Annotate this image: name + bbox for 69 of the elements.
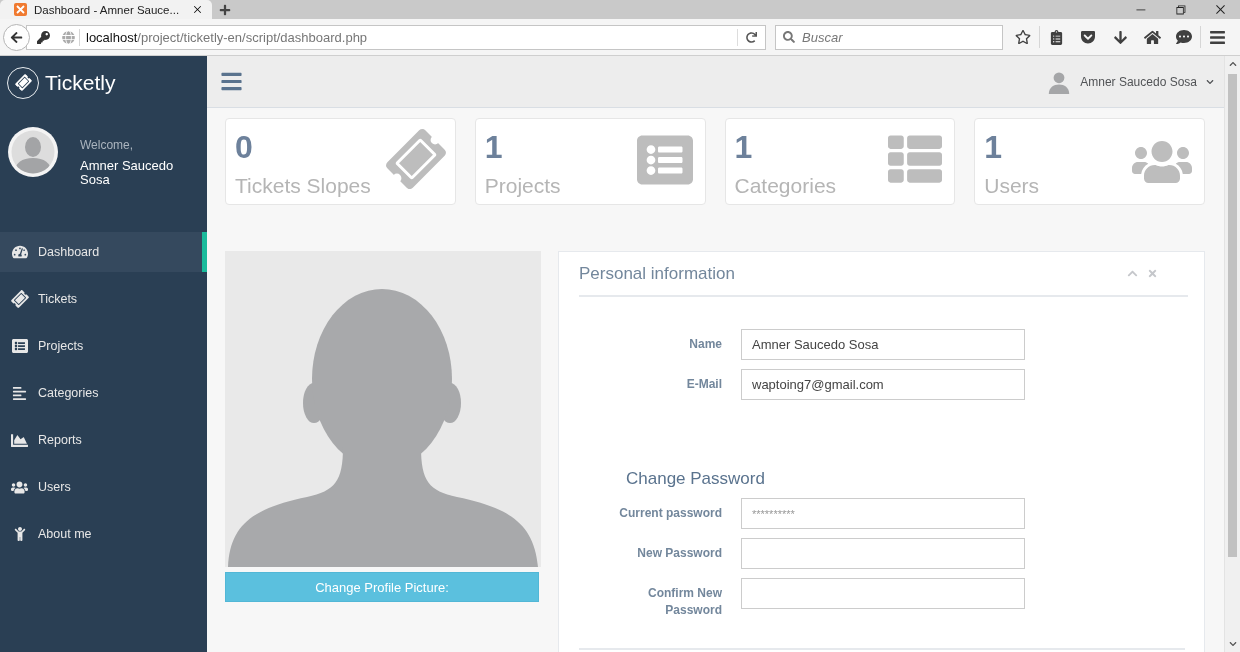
search-icon (783, 30, 795, 43)
ticket-icon (8, 287, 31, 311)
menu-icon[interactable] (220, 70, 243, 93)
sidebar-item[interactable]: Projects (0, 326, 207, 366)
input-field[interactable] (741, 578, 1025, 609)
sidebar-item[interactable]: About me (0, 514, 207, 554)
field-label: Confirm New Password (647, 585, 722, 619)
download-icon[interactable] (1112, 29, 1128, 45)
back-arrow-icon (10, 30, 23, 44)
reload-icon[interactable] (746, 31, 757, 43)
list-icon (11, 338, 28, 354)
stat-label: Projects (484, 174, 561, 198)
welcome-text: Welcome, (80, 138, 135, 152)
gauge-icon (11, 244, 28, 260)
tab-title: Dashboard - Amner Sauce... (34, 3, 181, 16)
stat-label: Users (984, 174, 1040, 198)
stat-value: 0 (235, 129, 254, 165)
field-label: E-Mail (686, 376, 722, 393)
stat-value: 1 (484, 129, 504, 165)
input-field[interactable]: waptoing7@gmail.com (741, 369, 1025, 400)
sidebar-item[interactable]: Dashboard (0, 232, 207, 272)
address-bar[interactable]: localhost/project/ticketly-en/script/dashboard.php (26, 24, 766, 50)
close-icon[interactable] (1213, 3, 1227, 16)
field-label: Name (689, 336, 722, 353)
browser-tab[interactable]: Dashboard - Amner Sauce... (0, 0, 212, 19)
clipboard-icon[interactable] (1048, 29, 1064, 45)
chevron-up-icon[interactable] (1228, 60, 1237, 68)
field-label: New Password (637, 545, 722, 562)
key-icon[interactable] (37, 30, 50, 44)
area-chart-icon (11, 431, 28, 449)
back-button[interactable] (3, 23, 30, 51)
input-field[interactable]: Amner Saucedo Sosa (741, 329, 1025, 360)
avatar-icon (8, 127, 58, 177)
stat-label: Tickets Slopes (235, 174, 371, 198)
pocket-icon[interactable] (1080, 29, 1096, 45)
sidebar-item[interactable]: Tickets (0, 279, 207, 319)
user-name: Amner Saucedo Sosa (80, 159, 175, 187)
menu-icon[interactable] (1208, 28, 1226, 46)
avatar-icon (1047, 69, 1072, 94)
favicon-icon (14, 3, 27, 16)
restore-icon[interactable] (1173, 3, 1187, 16)
person-icon (12, 527, 27, 541)
sidebar-item[interactable]: Reports (0, 420, 207, 460)
section-title: Change Password (626, 469, 765, 489)
plus-icon[interactable] (219, 3, 231, 16)
scrollbar[interactable] (1224, 56, 1240, 652)
field-label: Current password (619, 505, 722, 522)
stat-value: 1 (734, 129, 754, 165)
scrollbar-thumb[interactable] (1228, 74, 1237, 557)
globe-icon (62, 30, 75, 44)
sidebar-item[interactable]: Users (0, 467, 207, 507)
close-icon[interactable] (191, 3, 204, 16)
chat-icon[interactable] (1176, 29, 1192, 45)
search-field[interactable]: Buscar (775, 24, 1003, 50)
grid-list-icon (888, 132, 943, 186)
lines-icon (12, 385, 27, 401)
url-text: localhost/project/ticketly-en/script/dashboard.php (79, 28, 725, 46)
stat-value: 1 (984, 129, 1004, 165)
sidebar-item[interactable]: Categories (0, 373, 207, 413)
user-menu-button[interactable]: Amner Saucedo Sosa (1047, 69, 1214, 94)
panel-title: Personal information (579, 263, 735, 284)
input-field[interactable] (741, 538, 1025, 569)
star-icon[interactable] (1015, 29, 1031, 45)
stat-label: Categories (734, 174, 837, 198)
input-field[interactable]: ********** (741, 498, 1025, 529)
home-icon[interactable] (1143, 28, 1161, 46)
chevron-down-icon (1206, 77, 1214, 86)
brand-name: Ticketly (45, 70, 116, 95)
chevron-down-icon[interactable] (1228, 640, 1237, 648)
